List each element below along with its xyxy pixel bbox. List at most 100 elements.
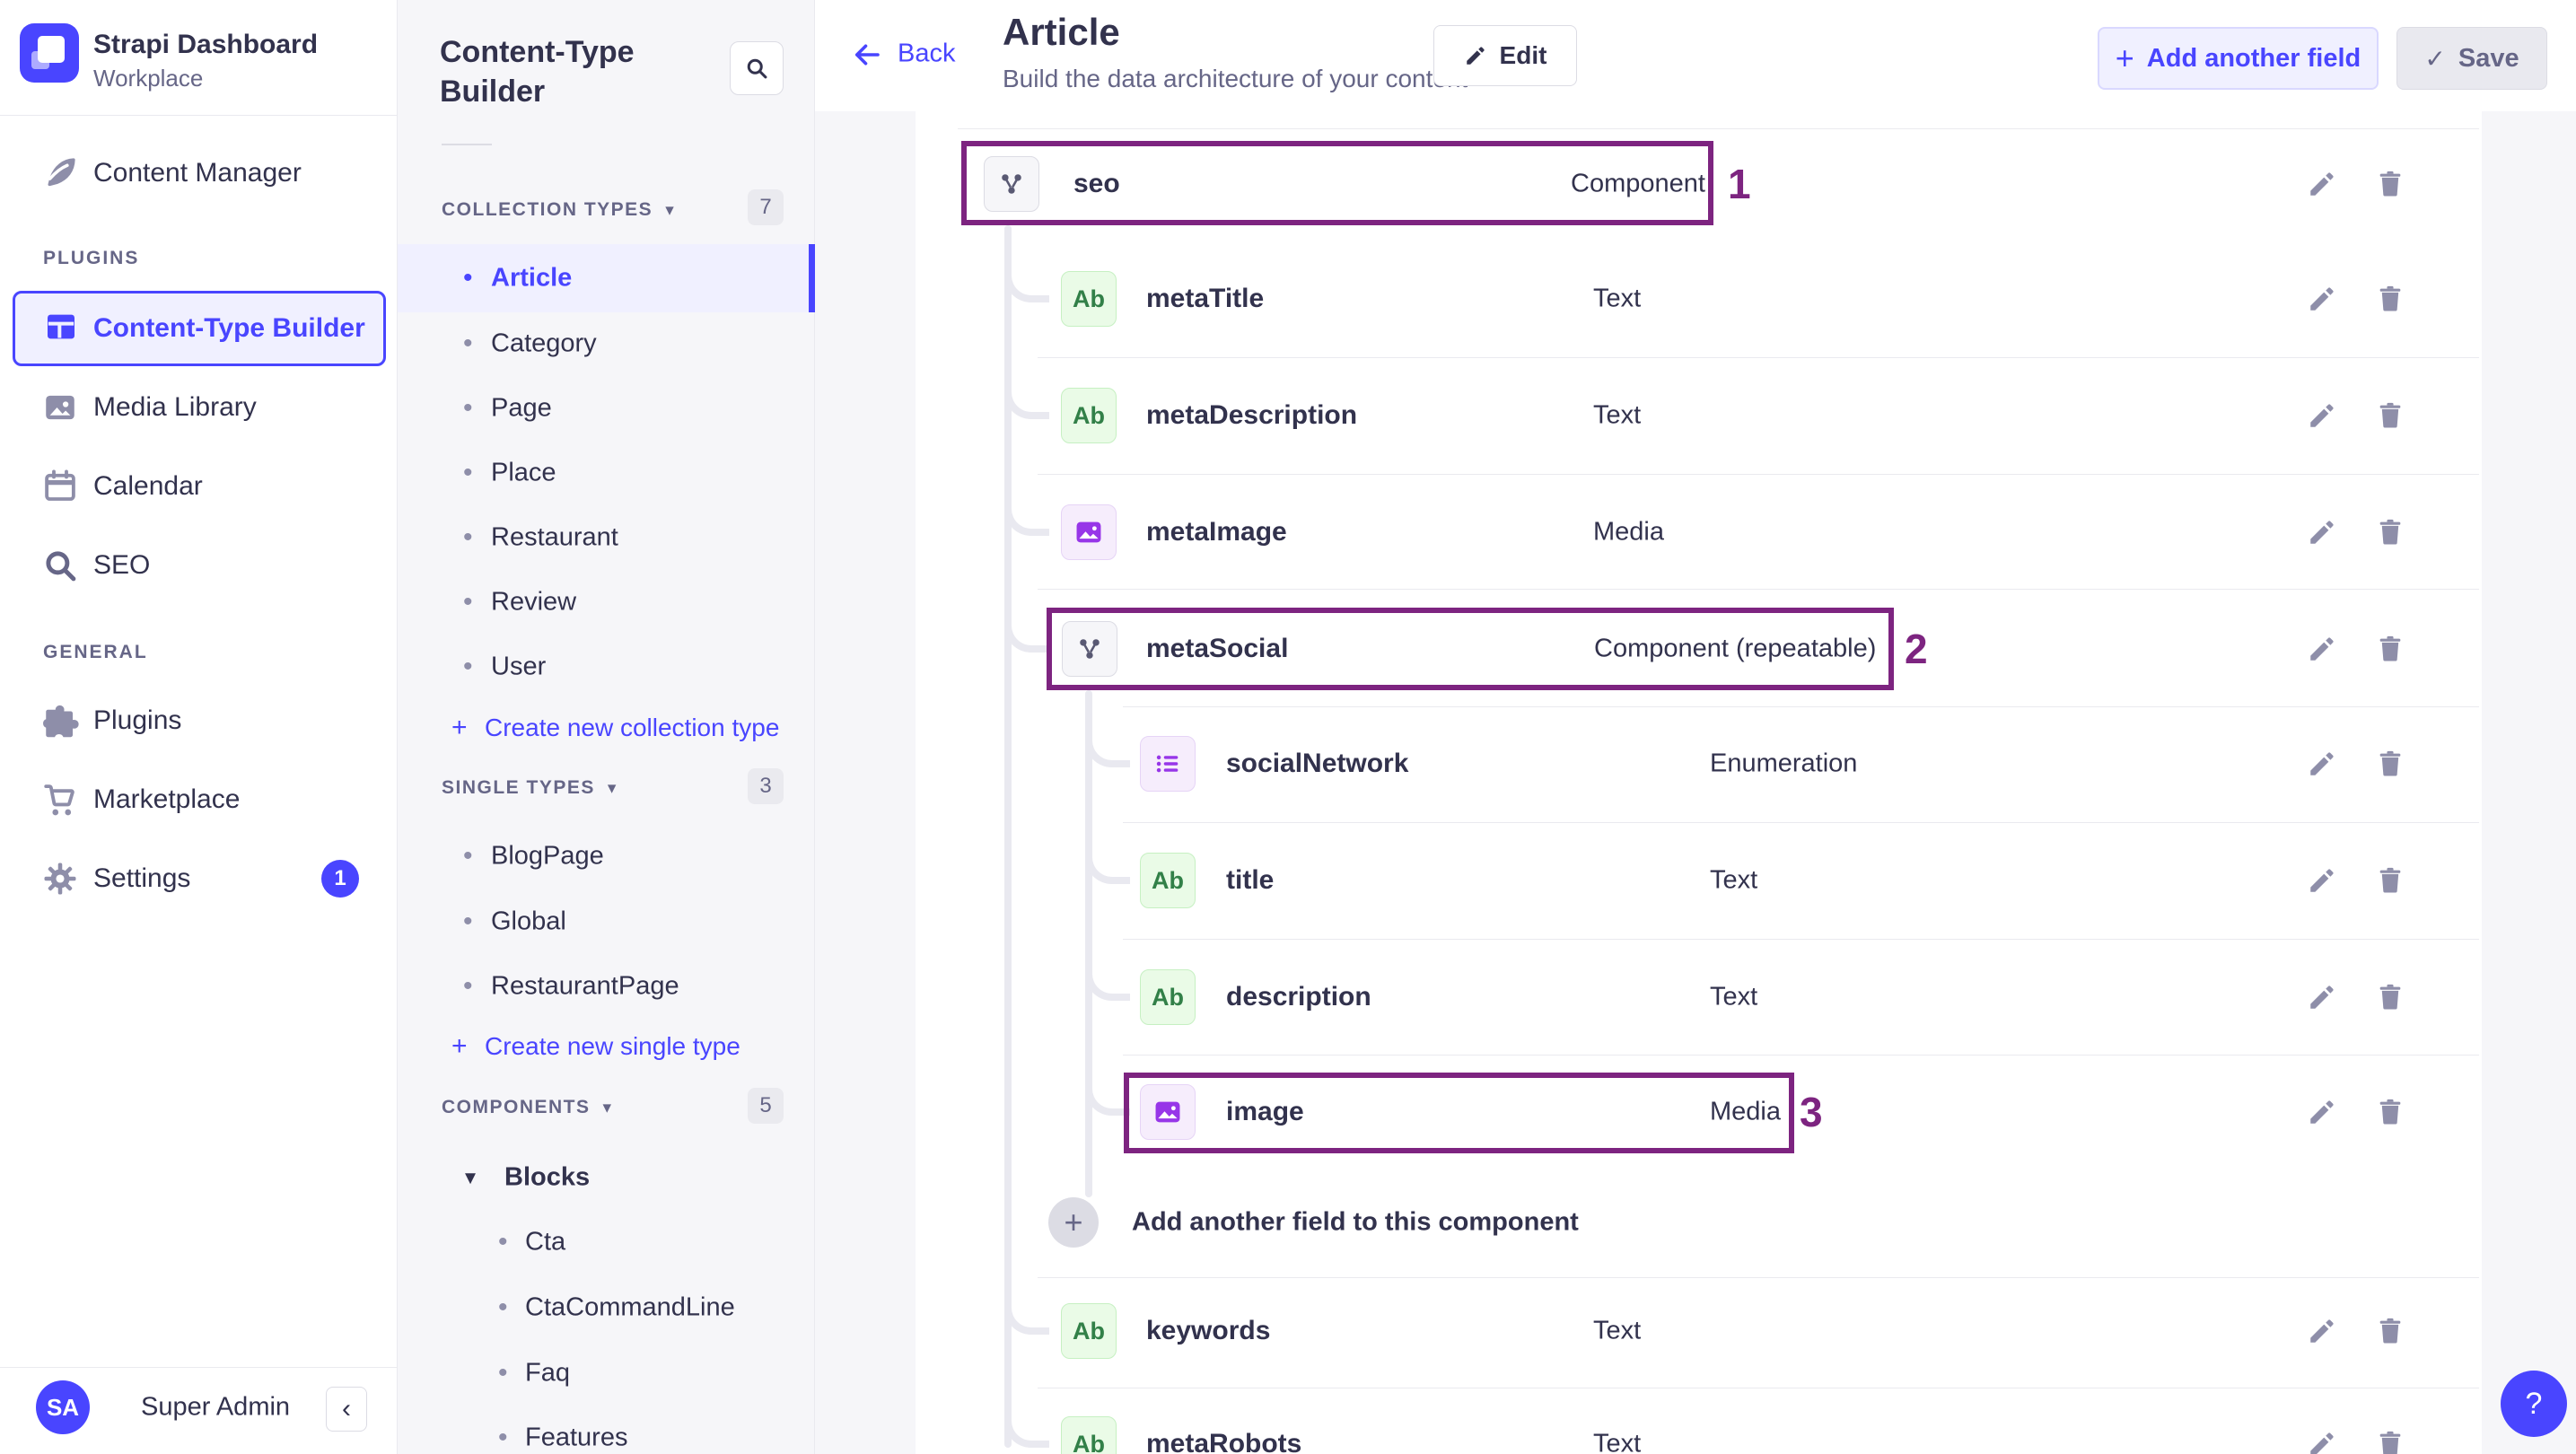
edit-field-icon[interactable] [2307,749,2337,779]
settings-badge: 1 [321,860,359,898]
create-single-type-link[interactable]: Create new single type [485,1032,740,1061]
sidebar-item-settings[interactable]: Settings [93,863,190,894]
edit-button-label: Edit [1499,41,1547,69]
delete-field-icon[interactable] [2375,749,2405,779]
back-link[interactable]: Back [898,39,955,69]
add-another-field-button[interactable]: + Add another field [2098,27,2379,90]
sidebar-item-plugins[interactable]: Plugins [93,705,181,736]
delete-field-icon[interactable] [2375,169,2405,199]
save-button[interactable]: ✓ Save [2396,27,2547,90]
divider [0,1367,398,1368]
subnav-item-faq[interactable]: Faq [525,1359,570,1388]
edit-field-icon[interactable] [2307,1316,2337,1346]
delete-field-icon[interactable] [2375,634,2405,664]
delete-field-icon[interactable] [2375,1316,2405,1346]
search-icon [747,58,767,79]
edit-field-icon[interactable] [2307,284,2337,314]
field-row-name[interactable]: keywords [1146,1316,1270,1346]
edit-field-icon[interactable] [2307,400,2337,431]
bullet: • [463,328,473,358]
edit-field-icon[interactable] [2307,1429,2337,1454]
field-row-type: Text [1710,982,1758,1012]
subnav-item-category[interactable]: Category [491,329,597,359]
collection-types-header[interactable]: COLLECTION TYPES ▾ [442,199,674,221]
edit-field-icon[interactable] [2307,1097,2337,1127]
tree-line [1085,690,1092,1197]
sidebar-item-marketplace[interactable]: Marketplace [93,784,240,815]
sidebar-item-calendar[interactable]: Calendar [93,471,203,502]
strapi-logo[interactable] [20,23,79,83]
subnav-item-restaurantpage[interactable]: RestaurantPage [491,972,679,1002]
field-row-type: Text [1593,1429,1642,1454]
delete-field-icon[interactable] [2375,1097,2405,1127]
edit-field-icon[interactable] [2307,634,2337,664]
subnav-item-global[interactable]: Global [491,907,566,937]
edit-field-icon[interactable] [2307,169,2337,199]
collection-types-count: 7 [748,189,784,225]
subnav-item-features[interactable]: Features [525,1423,627,1453]
create-collection-type-link[interactable]: Create new collection type [485,714,779,742]
sidebar-item-seo[interactable]: SEO [93,550,150,581]
bullet: • [463,458,473,487]
field-row-name[interactable]: metaDescription [1146,400,1357,431]
text-field-icon: Ab [1061,271,1117,327]
field-row-name[interactable]: metaImage [1146,517,1287,547]
row-divider [1038,1277,2479,1278]
back-arrow-icon[interactable] [851,39,881,69]
subnav-item-cta[interactable]: Cta [525,1228,565,1257]
delete-field-icon[interactable] [2375,982,2405,1012]
bullet: • [463,907,473,936]
field-row-name[interactable]: description [1226,982,1371,1012]
subnav-item-blogpage[interactable]: BlogPage [491,842,604,872]
annotation-label-1: 1 [1728,161,1751,207]
add-component-field-label[interactable]: Add another field to this component [1132,1208,1579,1238]
delete-field-icon[interactable] [2375,400,2405,431]
add-component-field-button[interactable]: + [1048,1197,1099,1248]
edit-field-icon[interactable] [2307,517,2337,547]
row-divider [1123,706,2479,707]
delete-field-icon[interactable] [2375,865,2405,896]
components-header[interactable]: COMPONENTS ▾ [442,1097,611,1118]
collapse-sidebar-button[interactable]: ‹ [326,1387,367,1432]
subnav-item-article-active[interactable] [398,244,815,312]
single-types-count: 3 [748,768,784,804]
text-field-icon: Ab [1061,1416,1117,1454]
help-button[interactable]: ? [2501,1371,2567,1437]
content-type-builder-panel: Content-Type Builder COLLECTION TYPES ▾ 7… [398,0,815,1454]
edit-field-icon[interactable] [2307,865,2337,896]
save-button-label: Save [2458,43,2519,73]
subnav-item-review[interactable]: Review [491,588,576,618]
edit-field-icon[interactable] [2307,982,2337,1012]
subnav-item-ctacommandline[interactable]: CtaCommandLine [525,1293,735,1323]
field-row-name[interactable]: metaRobots [1146,1429,1301,1454]
search-button[interactable] [730,41,784,95]
content-type-builder-icon [43,309,79,345]
chevron-down-icon[interactable]: ▾ [465,1165,476,1191]
row-divider [958,128,2479,129]
sidebar-item-content-manager[interactable]: Content Manager [93,158,302,188]
plus-icon: + [451,1031,468,1061]
component-category-blocks[interactable]: Blocks [504,1163,590,1193]
delete-field-icon[interactable] [2375,517,2405,547]
field-row-type: Text [1593,1316,1642,1345]
subnav-item-restaurant[interactable]: Restaurant [491,523,618,553]
subnav-item-place[interactable]: Place [491,459,556,488]
subnav-item-article[interactable]: Article [491,264,572,293]
field-row-name[interactable]: socialNetwork [1226,749,1408,779]
delete-field-icon[interactable] [2375,1429,2405,1454]
field-row-name[interactable]: metaTitle [1146,284,1264,314]
delete-field-icon[interactable] [2375,284,2405,314]
field-row-name[interactable]: title [1226,865,1274,896]
single-types-header[interactable]: SINGLE TYPES ▾ [442,777,616,799]
general-section-label: GENERAL [43,642,148,662]
avatar[interactable]: SA [36,1380,90,1434]
page-title: Article [1003,11,1120,53]
sidebar-item-media-library[interactable]: Media Library [93,392,257,423]
subnav-item-page[interactable]: Page [491,394,552,424]
app-title: Strapi Dashboard [93,30,319,59]
annotation-box-2 [1047,608,1894,690]
edit-button[interactable]: Edit [1433,25,1577,86]
text-field-icon: Ab [1140,969,1196,1025]
add-field-label: Add another field [2146,43,2361,73]
subnav-item-user[interactable]: User [491,653,546,682]
